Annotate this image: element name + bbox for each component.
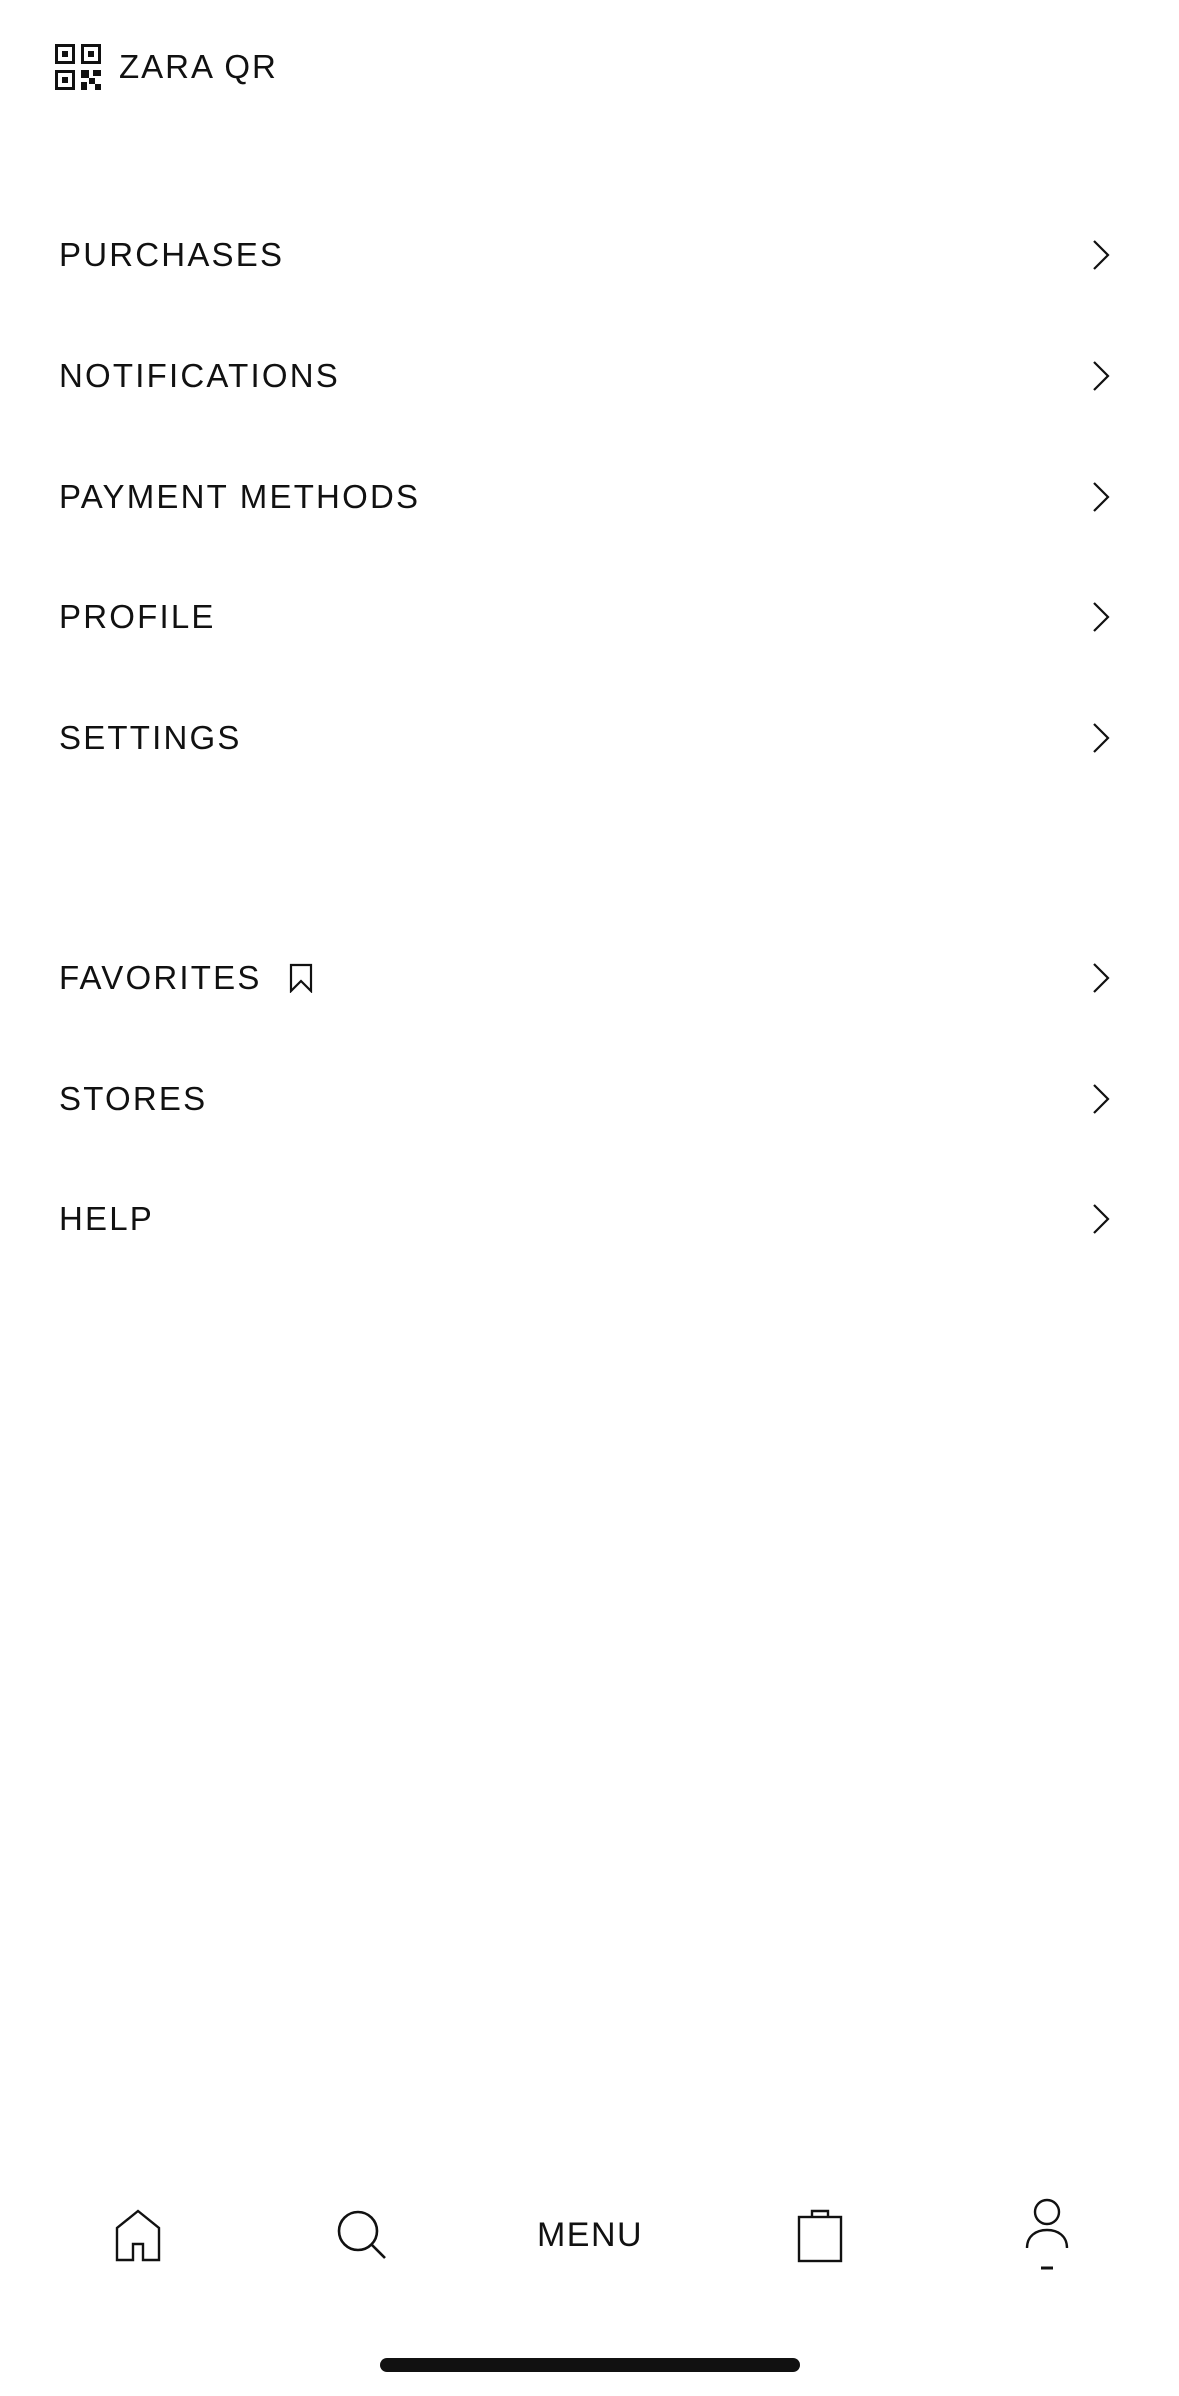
- account-icon: [1025, 2198, 1069, 2270]
- chevron-right-icon: [1093, 1204, 1110, 1234]
- menu-item-label: FAVORITES: [59, 959, 262, 996]
- chevron-right-icon: [1093, 963, 1110, 993]
- search-icon: [337, 2210, 386, 2259]
- menu-item-payment-methods[interactable]: PAYMENT METHODS: [0, 447, 1179, 547]
- tab-menu[interactable]: MENU: [520, 2185, 660, 2285]
- menu-item-label: PURCHASES: [59, 236, 285, 273]
- menu-item-favorites[interactable]: FAVORITES: [0, 928, 1179, 1028]
- tab-shopping-bag[interactable]: [770, 2185, 870, 2285]
- chevron-right-icon: [1093, 1084, 1110, 1114]
- bottom-tab-bar: MENU: [0, 2185, 1179, 2285]
- menu-item-settings[interactable]: SETTINGS: [0, 688, 1179, 788]
- bookmark-icon: [289, 963, 312, 993]
- menu-item-label: NOTIFICATIONS: [59, 357, 340, 394]
- zara-qr-button[interactable]: ZARA QR: [55, 42, 278, 92]
- chevron-right-icon: [1093, 482, 1110, 512]
- menu-item-label: STORES: [59, 1080, 208, 1117]
- chevron-right-icon: [1093, 361, 1110, 391]
- qr-code-icon: [55, 44, 101, 90]
- menu-item-label-wrap: FAVORITES: [59, 959, 314, 997]
- menu-item-label: PROFILE: [59, 598, 216, 635]
- menu-item-label: HELP: [59, 1200, 155, 1237]
- tab-search[interactable]: [312, 2185, 412, 2285]
- menu-item-label: PAYMENT METHODS: [59, 478, 421, 515]
- menu-item-stores[interactable]: STORES: [0, 1049, 1179, 1149]
- menu-item-purchases[interactable]: PURCHASES: [0, 205, 1179, 305]
- tab-account[interactable]: [997, 2185, 1097, 2285]
- menu-item-profile[interactable]: PROFILE: [0, 567, 1179, 667]
- chevron-right-icon: [1093, 602, 1110, 632]
- menu-tab-label: MENU: [536, 2215, 644, 2254]
- menu-item-notifications[interactable]: NOTIFICATIONS: [0, 326, 1179, 426]
- tab-home[interactable]: [88, 2185, 188, 2285]
- menu-item-label: SETTINGS: [59, 719, 242, 756]
- chevron-right-icon: [1093, 723, 1110, 753]
- shopping-bag-icon: [797, 2209, 843, 2263]
- chevron-right-icon: [1093, 240, 1110, 270]
- menu-item-help[interactable]: HELP: [0, 1169, 1179, 1269]
- home-indicator[interactable]: [380, 2358, 800, 2372]
- home-icon: [115, 2209, 161, 2262]
- zara-qr-label: ZARA QR: [119, 48, 278, 85]
